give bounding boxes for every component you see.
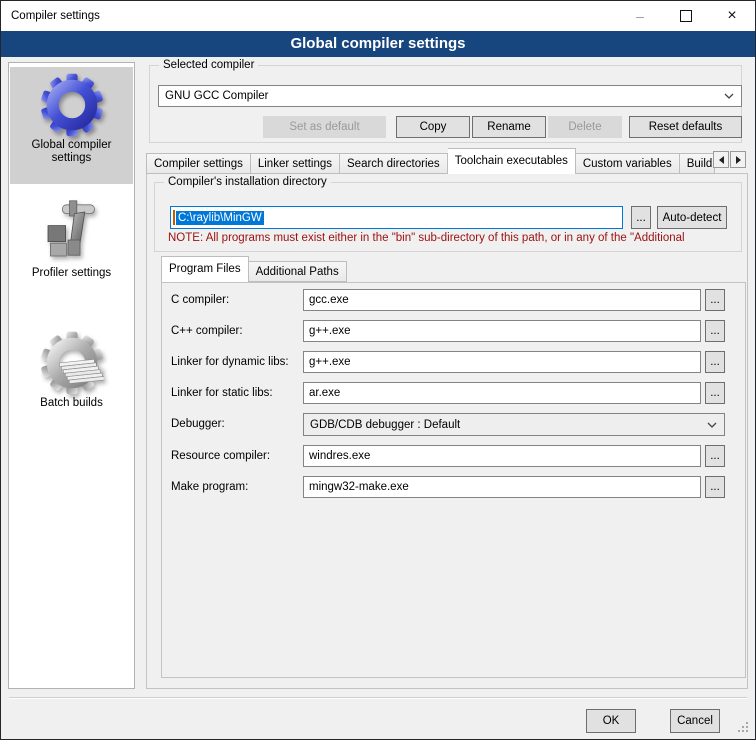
static-linker-label: Linker for static libs: [171, 382, 273, 404]
reset-defaults-button[interactable]: Reset defaults [629, 116, 742, 138]
set-as-default-button[interactable]: Set as default [263, 116, 386, 138]
caliper-icon [40, 199, 104, 265]
close-icon: × [727, 7, 736, 25]
sidebar-item-profiler-settings[interactable]: Profiler settings [10, 193, 133, 305]
static-linker-browse-button[interactable]: ... [705, 382, 725, 404]
tab-scroll-left-button[interactable] [713, 151, 729, 168]
resource-compiler-browse-button[interactable]: ... [705, 445, 725, 467]
scroll-right-icon [736, 156, 741, 164]
install-dir-browse-button[interactable]: ... [631, 206, 651, 229]
cpp-compiler-label: C++ compiler: [171, 320, 243, 342]
compiler-settings-dialog: Compiler settings – × Global compiler se… [0, 0, 756, 740]
autodetect-button[interactable]: Auto-detect [657, 206, 727, 229]
subtab-additional-paths[interactable]: Additional Paths [249, 261, 347, 282]
subtab-program-files[interactable]: Program Files [161, 256, 249, 282]
cpp-compiler-browse-button[interactable]: ... [705, 320, 725, 342]
debugger-select-value: GDB/CDB debugger : Default [310, 419, 460, 431]
cancel-button[interactable]: Cancel [670, 709, 720, 733]
tab-linker-settings[interactable]: Linker settings [251, 153, 340, 174]
sidebar-item-label: Profiler settings [10, 265, 133, 284]
blue-gear-icon [40, 73, 104, 137]
page-title: Global compiler settings [1, 31, 755, 57]
dynamic-linker-browse-button[interactable]: ... [705, 351, 725, 373]
resource-compiler-input[interactable]: windres.exe [303, 445, 701, 467]
bin-subdirectory-note: NOTE: All programs must exist either in … [168, 232, 735, 247]
debugger-label: Debugger: [171, 413, 225, 435]
copy-button[interactable]: Copy [396, 116, 470, 138]
install-dir-input[interactable]: C:\raylib\MinGW [170, 206, 623, 229]
titlebar: Compiler settings – × [1, 1, 755, 31]
chevron-down-icon [724, 93, 734, 99]
sidebar-item-global-compiler-settings[interactable]: Global compiler settings [10, 67, 133, 184]
chevron-down-icon [707, 422, 717, 428]
static-linker-input[interactable]: ar.exe [303, 382, 701, 404]
compiler-select[interactable]: GNU GCC Compiler [158, 85, 742, 107]
footer-divider [9, 697, 747, 699]
cpp-compiler-input[interactable]: g++.exe [303, 320, 701, 342]
dynamic-linker-input[interactable]: g++.exe [303, 351, 701, 373]
tab-custom-variables[interactable]: Custom variables [576, 153, 680, 174]
tab-search-directories[interactable]: Search directories [340, 153, 448, 174]
dynamic-linker-label: Linker for dynamic libs: [171, 351, 289, 373]
make-program-browse-button[interactable]: ... [705, 476, 725, 498]
resource-compiler-label: Resource compiler: [171, 445, 270, 467]
tab-scroll-right-button[interactable] [730, 151, 746, 168]
c-compiler-input[interactable]: gcc.exe [303, 289, 701, 311]
make-program-label: Make program: [171, 476, 248, 498]
rename-button[interactable]: Rename [472, 116, 546, 138]
maximize-button[interactable] [663, 1, 709, 31]
sidebar-item-label: Batch builds [10, 395, 133, 414]
tab-compiler-settings[interactable]: Compiler settings [146, 153, 251, 174]
selected-compiler-group-label: Selected compiler [159, 58, 258, 73]
installation-directory-group-label: Compiler's installation directory [164, 175, 331, 190]
minimize-icon: – [636, 11, 644, 21]
c-compiler-label: C compiler: [171, 289, 229, 311]
tab-toolchain-executables[interactable]: Toolchain executables [448, 148, 576, 174]
main-tabstrip: Compiler settings Linker settings Search… [146, 148, 715, 174]
close-button[interactable]: × [709, 1, 755, 31]
resize-grip[interactable] [738, 722, 750, 734]
c-compiler-browse-button[interactable]: ... [705, 289, 725, 311]
debugger-select[interactable]: GDB/CDB debugger : Default [303, 413, 725, 436]
program-files-tabstrip: Program Files Additional Paths [161, 257, 347, 282]
install-dir-value: C:\raylib\MinGW [176, 211, 264, 225]
compiler-select-value: GNU GCC Compiler [165, 90, 269, 102]
sidebar-item-label: Global compiler settings [10, 137, 133, 169]
tab-build-options[interactable]: Build [680, 153, 715, 174]
scroll-left-icon [719, 156, 724, 164]
text-caret [173, 210, 175, 225]
minimize-button[interactable]: – [617, 1, 663, 31]
make-program-input[interactable]: mingw32-make.exe [303, 476, 701, 498]
gray-gear-stack-icon [40, 331, 104, 395]
maximize-icon [680, 10, 692, 22]
sidebar-item-batch-builds[interactable]: Batch builds [10, 325, 133, 443]
window-title: Compiler settings [11, 1, 100, 31]
ok-button[interactable]: OK [586, 709, 636, 733]
settings-sidebar: Global compiler settings Profiler settin… [8, 62, 135, 689]
delete-button[interactable]: Delete [548, 116, 622, 138]
